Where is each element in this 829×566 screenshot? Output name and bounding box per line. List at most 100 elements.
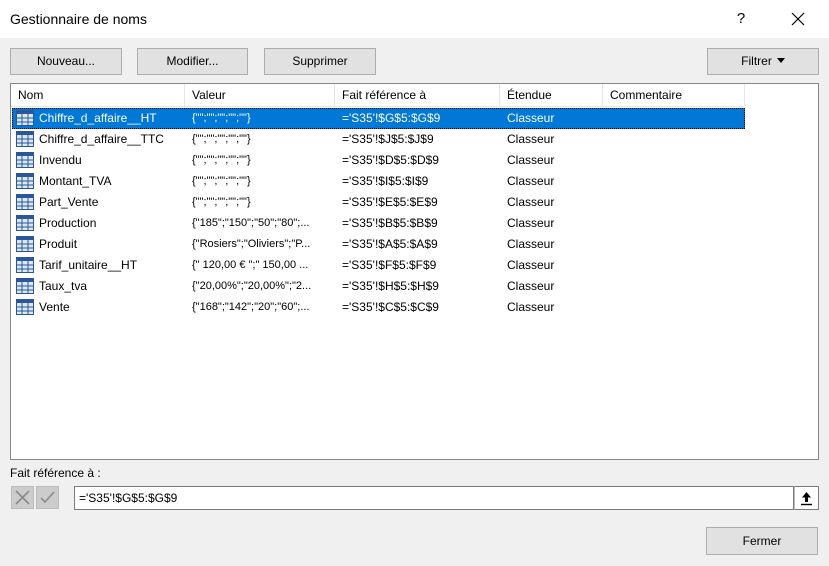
collapse-dialog-button[interactable] bbox=[794, 486, 819, 510]
help-button[interactable]: ? bbox=[724, 6, 758, 32]
confirm-edit-button[interactable] bbox=[36, 486, 59, 509]
table-range-icon bbox=[16, 299, 34, 315]
close-icon bbox=[791, 12, 805, 26]
row-value: {"20,00%";"20,00%";"2... bbox=[192, 280, 312, 292]
new-button-label: Nouveau... bbox=[36, 54, 96, 68]
refers-to-label: Fait référence à : bbox=[10, 466, 101, 480]
column-header-name[interactable]: Nom bbox=[11, 84, 185, 106]
new-button[interactable]: Nouveau... bbox=[10, 48, 122, 75]
table-row[interactable]: Produit {"Rosiers";"Oliviers";"P... ='S35'… bbox=[12, 234, 745, 255]
row-refers-to: ='S35'!$I$5:$I$9 bbox=[342, 174, 429, 188]
dropdown-arrow-icon bbox=[776, 58, 785, 64]
row-comment bbox=[610, 297, 745, 318]
column-header-scope[interactable]: Étendue bbox=[500, 84, 603, 106]
table-row[interactable]: Taux_tva {"20,00%";"20,00%";"2... ='S35'!$… bbox=[12, 276, 745, 297]
delete-button-label: Supprimer bbox=[292, 54, 348, 68]
row-refers-to: ='S35'!$J$5:$J$9 bbox=[342, 132, 434, 146]
row-value: {"Rosiers";"Oliviers";"P... bbox=[192, 238, 311, 250]
cancel-edit-button[interactable] bbox=[11, 486, 34, 509]
header-divider bbox=[11, 106, 745, 107]
row-refers-to: ='S35'!$F$5:$F$9 bbox=[342, 258, 437, 272]
row-name: Vente bbox=[39, 300, 70, 314]
row-scope: Classeur bbox=[507, 300, 555, 314]
row-refers-to: ='S35'!$H$5:$H$9 bbox=[342, 279, 439, 293]
row-name: Part_Vente bbox=[39, 195, 99, 209]
close-window-button[interactable] bbox=[780, 6, 816, 32]
row-scope: Classeur bbox=[507, 279, 555, 293]
column-header-value[interactable]: Valeur bbox=[185, 84, 335, 106]
row-scope: Classeur bbox=[507, 153, 555, 167]
table-row[interactable]: Montant_TVA {"";"";"";"";""} ='S35'!$I$5:$… bbox=[12, 171, 745, 192]
row-value: {"";"";"";"";""} bbox=[192, 196, 251, 208]
table-range-icon bbox=[16, 173, 34, 189]
row-refers-to: ='S35'!$G$5:$G$9 bbox=[342, 111, 441, 125]
table-range-icon bbox=[16, 110, 34, 126]
row-refers-to: ='S35'!$C$5:$C$9 bbox=[342, 300, 439, 314]
row-comment bbox=[610, 108, 745, 129]
table-row[interactable]: Part_Vente {"";"";"";"";""} ='S35'!$E$5:$E… bbox=[12, 192, 745, 213]
row-refers-to: ='S35'!$B$5:$B$9 bbox=[342, 216, 438, 230]
table-range-icon bbox=[16, 131, 34, 147]
row-name: Chiffre_d_affaire__HT bbox=[39, 111, 157, 125]
table-range-icon bbox=[16, 236, 34, 252]
row-name: Produit bbox=[39, 237, 78, 251]
table-range-icon bbox=[16, 194, 34, 210]
row-name: Tarif_unitaire__HT bbox=[39, 258, 138, 272]
row-name: Montant_TVA bbox=[39, 174, 112, 188]
edit-button[interactable]: Modifier... bbox=[137, 48, 248, 75]
row-scope: Classeur bbox=[507, 132, 555, 146]
row-refers-to: ='S35'!$A$5:$A$9 bbox=[342, 237, 438, 251]
row-name: Taux_tva bbox=[39, 279, 88, 293]
table-range-icon bbox=[16, 215, 34, 231]
row-value: {"";"";"";"";""} bbox=[192, 112, 251, 124]
names-list[interactable]: Nom Valeur Fait référence à Étendue Comm… bbox=[10, 83, 819, 460]
title-bar: Gestionnaire de noms ? bbox=[0, 0, 829, 38]
delete-button[interactable]: Supprimer bbox=[264, 48, 376, 75]
row-scope: Classeur bbox=[507, 174, 555, 188]
table-range-icon bbox=[16, 278, 34, 294]
row-value: {"";"";"";"";""} bbox=[192, 175, 251, 187]
row-comment bbox=[610, 213, 745, 234]
table-row[interactable]: Chiffre_d_affaire__HT {"";"";"";"";""} ='S… bbox=[12, 108, 745, 129]
row-comment bbox=[610, 234, 745, 255]
checkmark-icon bbox=[40, 491, 55, 504]
list-header: Nom Valeur Fait référence à Étendue Comm… bbox=[11, 84, 745, 106]
row-comment bbox=[610, 171, 745, 192]
row-name: Chiffre_d_affaire__TTC bbox=[39, 132, 164, 146]
row-value: {"";"";"";"";""} bbox=[192, 133, 251, 145]
edit-button-label: Modifier... bbox=[166, 54, 219, 68]
table-row[interactable]: Tarif_unitaire__HT {" 120,00 € ";" 150,00… bbox=[12, 255, 745, 276]
table-row[interactable]: Production {"185";"150";"50";"80";... ='S3… bbox=[12, 213, 745, 234]
refers-to-input[interactable]: ='S35'!$G$5:$G$9 bbox=[74, 486, 794, 510]
row-comment bbox=[610, 192, 745, 213]
row-scope: Classeur bbox=[507, 195, 555, 209]
close-button-label: Fermer bbox=[742, 534, 782, 548]
row-scope: Classeur bbox=[507, 216, 555, 230]
table-range-icon bbox=[16, 257, 34, 273]
row-value: {"185";"150";"50";"80";... bbox=[192, 217, 310, 229]
dialog-title: Gestionnaire de noms bbox=[10, 11, 147, 27]
row-comment bbox=[610, 255, 745, 276]
row-value: {"";"";"";"";""} bbox=[192, 154, 251, 166]
filter-button[interactable]: Filtrer bbox=[707, 48, 819, 75]
close-button[interactable]: Fermer bbox=[706, 527, 818, 555]
collapse-arrow-icon bbox=[801, 492, 812, 506]
row-name: Production bbox=[39, 216, 97, 230]
table-row[interactable]: Chiffre_d_affaire__TTC {"";"";"";"";""} ='… bbox=[12, 129, 745, 150]
row-refers-to: ='S35'!$E$5:$E$9 bbox=[342, 195, 438, 209]
row-value: {" 120,00 € ";" 150,00 ... bbox=[192, 259, 309, 271]
cancel-x-icon bbox=[15, 490, 30, 505]
row-refers-to: ='S35'!$D$5:$D$9 bbox=[342, 153, 439, 167]
row-scope: Classeur bbox=[507, 258, 555, 272]
table-row[interactable]: Vente {"168";"142";"20";"60";... ='S35'!$C… bbox=[12, 297, 745, 318]
table-range-icon bbox=[16, 152, 34, 168]
table-row[interactable]: Invendu {"";"";"";"";""} ='S35'!$D$5:$D$9 C… bbox=[12, 150, 745, 171]
row-comment bbox=[610, 276, 745, 297]
column-header-refers-to[interactable]: Fait référence à bbox=[335, 84, 500, 106]
row-scope: Classeur bbox=[507, 237, 555, 251]
row-value: {"168";"142";"20";"60";... bbox=[192, 301, 310, 313]
filter-button-label: Filtrer bbox=[741, 54, 772, 68]
row-comment bbox=[610, 129, 745, 150]
row-comment bbox=[610, 150, 745, 171]
column-header-comment[interactable]: Commentaire bbox=[603, 84, 745, 106]
